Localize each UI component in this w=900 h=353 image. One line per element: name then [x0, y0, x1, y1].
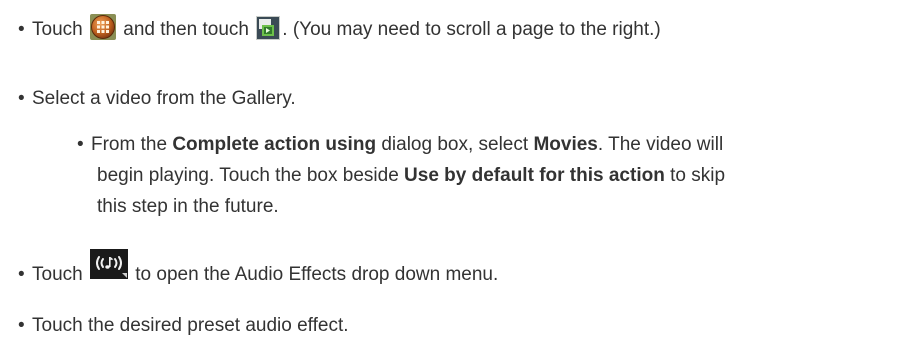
step-2: • Select a video from the Gallery.	[18, 84, 296, 114]
substep-line-2: begin playing. Touch the box beside Use …	[77, 160, 892, 191]
substep-text: dialog box, select	[381, 134, 529, 155]
bullet: •	[18, 264, 25, 285]
step-3: • Touch to open the Audio Effects drop do…	[18, 249, 498, 290]
movies-app-icon	[256, 16, 281, 50]
substep-text: . The video will	[597, 134, 724, 155]
substep-line-3: this step in the future.	[97, 196, 279, 217]
step-3-text-open: to open the Audio Effects drop down menu…	[135, 264, 499, 285]
step-1-text-touch: Touch	[32, 19, 83, 40]
bullet: •	[18, 88, 25, 109]
step-2-substep: • From the Complete action using dialog b…	[77, 129, 892, 222]
audio-effects-icon	[89, 249, 128, 289]
step-1: • Touch and then touch . (You may need t…	[18, 14, 661, 50]
step-3-text-touch: Touch	[32, 264, 83, 285]
step-4-text: Touch the desired preset audio effect.	[32, 315, 349, 336]
step-2-text: Select a video from the Gallery.	[32, 88, 296, 109]
bullet: •	[77, 134, 84, 155]
substep-text: to skip	[670, 165, 726, 186]
apps-grid-icon	[89, 14, 116, 50]
step-4: • Touch the desired preset audio effect.	[18, 311, 349, 341]
substep-bold-complete-action: Complete action using	[172, 134, 377, 155]
step-1-text-scroll: . (You may need to scroll a page to the …	[282, 19, 661, 40]
substep-bold-movies: Movies	[533, 134, 598, 155]
substep-text: From the	[91, 134, 168, 155]
bullet: •	[18, 19, 25, 40]
bullet: •	[18, 315, 25, 336]
instruction-list: • Touch and then touch . (You may need t…	[0, 0, 900, 353]
substep-text: begin playing. Touch the box beside	[97, 165, 399, 186]
substep-bold-use-default: Use by default for this action	[404, 165, 665, 186]
substep-line-1: • From the Complete action using dialog b…	[77, 129, 892, 160]
step-1-text-then: and then touch	[123, 19, 249, 40]
